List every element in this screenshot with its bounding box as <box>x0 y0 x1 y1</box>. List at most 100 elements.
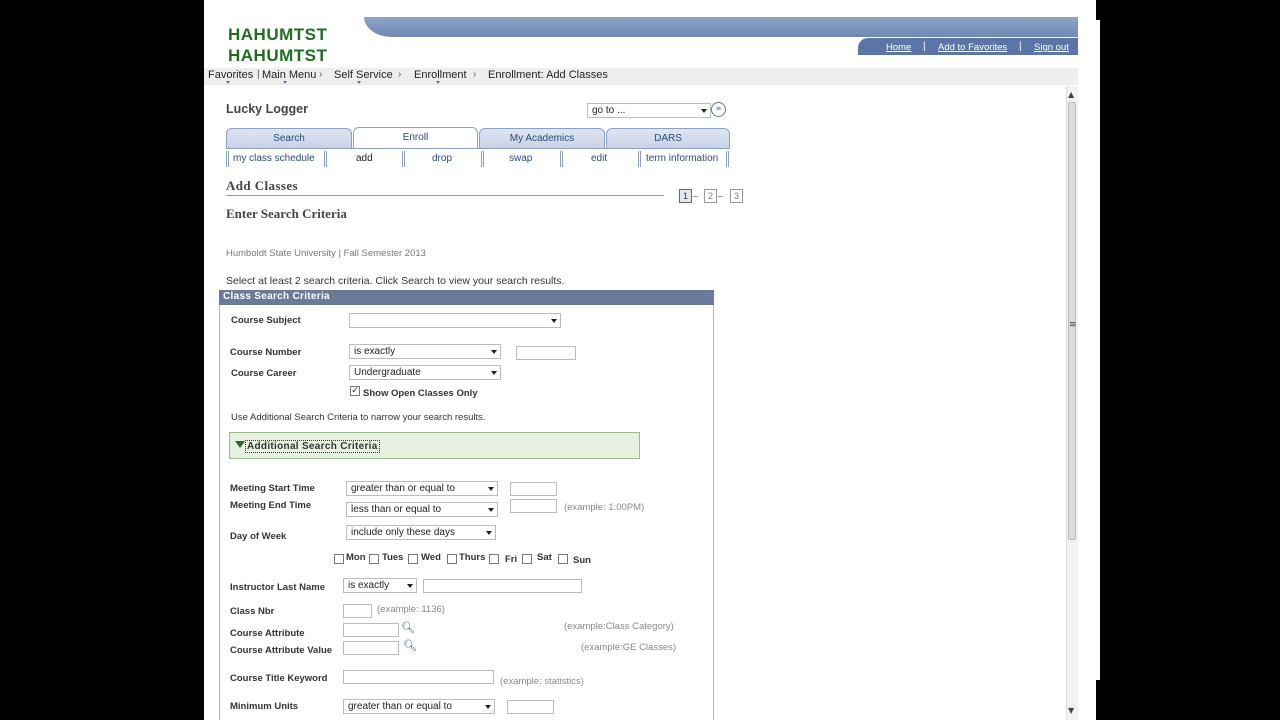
sun-checkbox[interactable] <box>558 554 568 564</box>
meeting-end-operator-select[interactable]: less than or equal to <box>346 502 498 517</box>
tues-label: Tues <box>382 552 404 563</box>
meeting-start-operator-select[interactable]: greater than or equal to <box>346 481 498 496</box>
wed-checkbox[interactable] <box>408 554 418 564</box>
day-of-week-operator-select[interactable]: include only these days <box>346 525 496 540</box>
sign-out-link[interactable]: Sign out <box>1034 42 1069 53</box>
mon-checkbox[interactable] <box>334 554 344 564</box>
fri-label: Fri <box>505 554 518 565</box>
additional-criteria-note: Use Additional Search Criteria to narrow… <box>231 412 486 423</box>
subtab-separator <box>726 151 729 167</box>
breadcrumb-add-classes[interactable]: Enrollment: Add Classes <box>488 69 608 81</box>
term-label: Humboldt State University | Fall Semeste… <box>226 248 426 259</box>
step-3-indicator: 3 <box>730 189 743 203</box>
breadcrumb-enrollment[interactable]: Enrollment <box>414 69 467 81</box>
title-keyword-input[interactable] <box>343 670 494 684</box>
breadcrumb-separator: | <box>257 69 260 80</box>
fri-checkbox[interactable] <box>489 554 499 564</box>
tab-my-academics[interactable]: My Academics <box>479 128 605 148</box>
class-nbr-hint: (example: 1136) <box>377 604 445 615</box>
header-separator: | <box>1019 41 1022 52</box>
breadcrumb-self-service[interactable]: Self Service <box>334 69 393 81</box>
class-nbr-input[interactable] <box>343 604 372 618</box>
tab-enroll[interactable]: Enroll <box>353 127 478 149</box>
peoplesoft-page: HAHUMTST HAHUMTST Home | Add to Favorite… <box>204 0 1078 720</box>
step-connector <box>693 196 698 197</box>
sun-label: Sun <box>573 555 591 566</box>
course-subject-select[interactable] <box>349 313 561 328</box>
home-link[interactable]: Home <box>886 42 911 53</box>
dropdown-indicator-icon <box>283 81 287 84</box>
course-career-select[interactable]: Undergraduate <box>349 365 501 380</box>
meeting-end-input[interactable] <box>510 499 557 513</box>
tues-checkbox[interactable] <box>369 554 379 564</box>
subtab-drop[interactable]: drop <box>432 153 452 164</box>
course-number-input[interactable] <box>516 346 576 360</box>
subtab-my-class-schedule[interactable]: my class schedule <box>233 153 315 164</box>
instructor-input[interactable] <box>423 579 582 593</box>
title-keyword-hint: (example: statistics) <box>500 676 584 687</box>
tab-dars[interactable]: DARS <box>606 128 730 148</box>
min-units-operator-select[interactable]: greater than or equal to <box>343 699 495 714</box>
meeting-start-input[interactable] <box>510 482 557 496</box>
breadcrumb-favorites[interactable]: Favorites <box>208 69 253 81</box>
course-attribute-input[interactable] <box>343 623 399 637</box>
course-attribute-value-input[interactable] <box>343 641 399 655</box>
chevron-right-icon: › <box>398 69 402 80</box>
chevron-right-icon: › <box>319 69 323 80</box>
chevron-right-icon: › <box>473 69 477 80</box>
subtab-add[interactable]: add <box>356 153 373 164</box>
course-attribute-label: Course Attribute <box>230 628 305 639</box>
course-number-label: Course Number <box>230 347 302 358</box>
additional-criteria-label[interactable]: Additional Search Criteria <box>245 440 380 453</box>
course-number-operator-select[interactable]: is exactly <box>349 344 501 359</box>
title-divider <box>226 195 664 196</box>
course-career-label: Course Career <box>231 368 297 379</box>
subtab-edit[interactable]: edit <box>591 153 607 164</box>
header-band <box>364 17 1078 37</box>
scroll-grip-icon: ≡ <box>1069 320 1077 330</box>
open-classes-label: Show Open Classes Only <box>363 388 478 399</box>
meeting-time-hint: (example: 1:00PM) <box>564 502 645 513</box>
instructor-operator-select[interactable]: is exactly <box>343 578 417 593</box>
min-units-operator: greater than or equal to <box>348 701 452 712</box>
site-logo: HAHUMTST HAHUMTST <box>228 24 327 66</box>
goto-select[interactable]: go to ... <box>587 103 711 118</box>
collapse-triangle-icon[interactable] <box>235 441 245 448</box>
logo-line-2: HAHUMTST <box>228 46 328 65</box>
chevron-down-icon <box>488 508 494 512</box>
min-units-input[interactable] <box>507 700 554 714</box>
scroll-down-icon[interactable]: ▼ <box>1068 706 1074 715</box>
course-career-value: Undergraduate <box>354 367 421 378</box>
subtab-swap[interactable]: swap <box>509 153 532 164</box>
add-to-favorites-link[interactable]: Add to Favorites <box>938 42 1007 53</box>
goto-button[interactable]: » <box>711 102 726 117</box>
chevron-down-icon <box>407 584 413 588</box>
chevron-down-icon <box>551 319 557 323</box>
course-number-operator: is exactly <box>354 346 396 357</box>
lookup-magnifier-icon[interactable]: 🔍︎ <box>403 639 417 652</box>
panel-title: Class Search Criteria <box>219 290 714 305</box>
chevron-down-icon <box>485 705 491 709</box>
class-nbr-label: Class Nbr <box>230 606 275 617</box>
lookup-magnifier-icon[interactable]: 🔍︎ <box>401 621 415 634</box>
title-keyword-label: Course Title Keyword <box>230 673 328 684</box>
thurs-checkbox[interactable] <box>447 554 457 564</box>
sat-checkbox[interactable] <box>522 554 532 564</box>
course-attribute-value-hint: (example:GE Classes) <box>581 642 677 653</box>
open-classes-checkbox[interactable]: ✓ <box>350 386 360 396</box>
header-separator: | <box>923 41 926 52</box>
step-2-indicator: 2 <box>704 189 717 203</box>
meeting-start-label: Meeting Start Time <box>230 483 315 494</box>
student-name: Lucky Logger <box>226 102 308 116</box>
day-of-week-label: Day of Week <box>230 531 287 542</box>
chevron-down-icon <box>701 109 707 113</box>
breadcrumb-main-menu[interactable]: Main Menu <box>262 69 316 81</box>
course-attribute-value-label: Course Attribute Value <box>230 645 333 656</box>
dropdown-indicator-icon <box>436 81 440 84</box>
mon-label: Mon <box>346 552 366 563</box>
scroll-up-icon[interactable]: ▲ <box>1068 90 1074 99</box>
instructor-operator: is exactly <box>348 580 390 591</box>
subtab-term-information[interactable]: term information <box>646 153 718 164</box>
tab-search[interactable]: Search <box>226 128 352 148</box>
course-attribute-hint: (example:Class Category) <box>564 621 674 632</box>
